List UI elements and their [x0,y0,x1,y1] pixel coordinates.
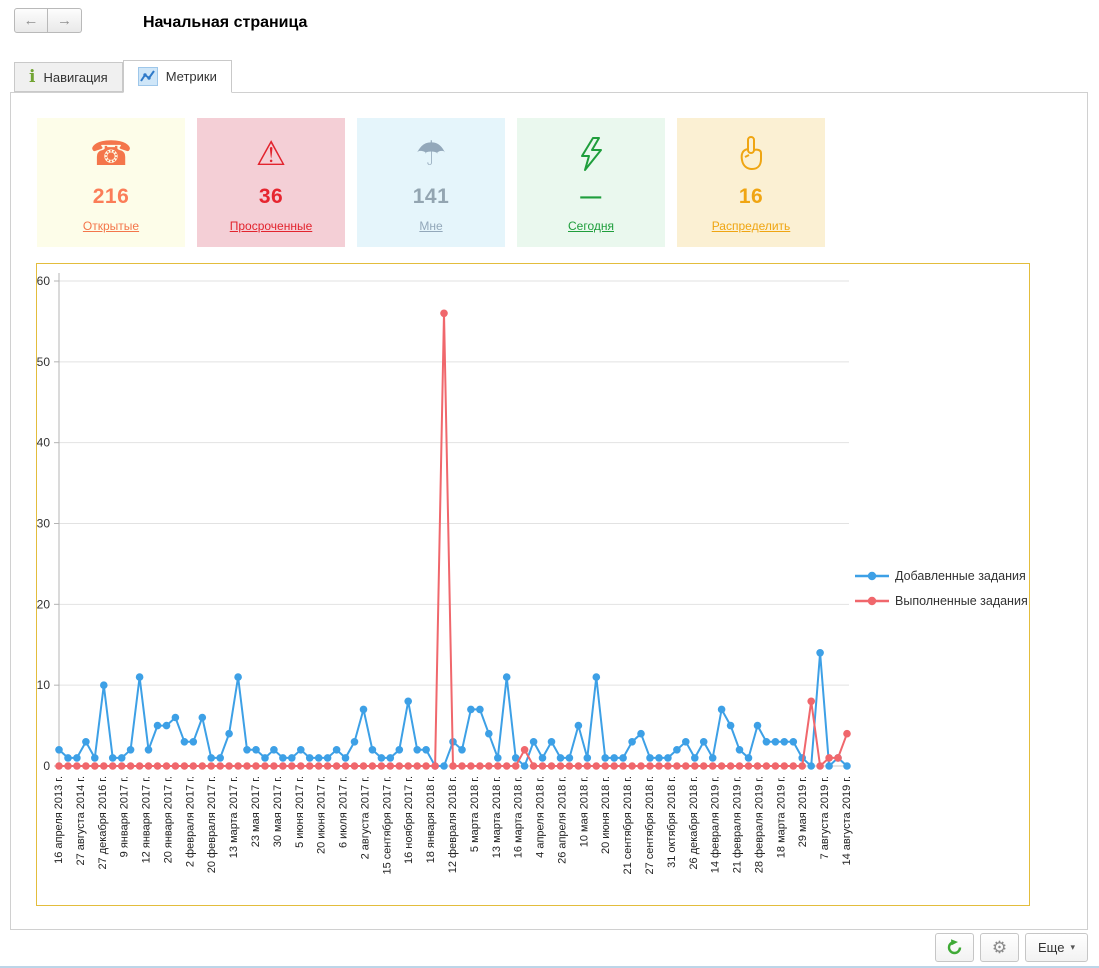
svg-text:10 мая 2018 г.: 10 мая 2018 г. [578,776,590,847]
my-tasks-count: 141 [413,185,450,209]
chevron-down-icon: ▾ [1070,942,1075,953]
tab-metrics[interactable]: Метрики [123,60,232,93]
svg-text:20 июня 2017 г.: 20 июня 2017 г. [316,776,328,854]
svg-text:16 ноября 2017 г.: 16 ноября 2017 г. [403,776,415,864]
warning-icon: ⚠ [256,133,286,175]
back-button[interactable]: ← [14,8,48,33]
svg-text:Добавленные задания: Добавленные задания [895,569,1026,583]
forward-button[interactable]: → [48,8,82,33]
gear-icon: ⚙ [992,938,1007,958]
metrics-panel: ☎ 216 Открытые ⚠ 36 Просроченные ☂ 141 М… [10,92,1088,930]
today-tasks-count: — [580,185,602,209]
assign-tasks-count: 16 [739,185,763,209]
tab-bar: i Навигация Метрики [14,60,232,93]
svg-text:6 июля 2017 г.: 6 июля 2017 г. [338,776,350,848]
svg-text:60: 60 [37,274,50,288]
svg-text:14 августа 2019 г.: 14 августа 2019 г. [841,776,853,865]
svg-text:12 января 2017 г.: 12 января 2017 г. [141,776,153,863]
assign-tasks-link[interactable]: Распределить [712,219,791,233]
x-axis-labels: 16 апреля 2013 г. 27 августа 2014 г. 27 де… [53,776,853,875]
svg-text:13 марта 2018 г.: 13 марта 2018 г. [491,776,503,858]
svg-text:20 февраля 2017 г.: 20 февраля 2017 г. [206,776,218,873]
svg-text:16 апреля 2013 г.: 16 апреля 2013 г. [53,776,65,864]
svg-text:Выполненные задания: Выполненные задания [895,594,1028,608]
line-chart-icon [138,67,158,86]
tab-navigation-label: Навигация [43,70,107,85]
svg-text:10: 10 [37,678,50,692]
card-open-tasks: ☎ 216 Открытые [37,118,185,247]
svg-text:23 мая 2017 г.: 23 мая 2017 г. [250,776,262,847]
svg-text:2 августа 2017 г.: 2 августа 2017 г. [359,776,371,859]
chart-legend: Добавленные задания Выполненные задания [855,569,1028,608]
svg-text:30: 30 [37,517,50,531]
svg-text:27 декабря 2016 г.: 27 декабря 2016 г. [97,776,109,870]
more-button-label: Еще [1038,940,1064,955]
svg-text:13 марта 2017 г.: 13 марта 2017 г. [228,776,240,858]
y-axis-labels: 0 10 20 30 40 50 60 [37,274,50,773]
svg-text:26 декабря 2018 г.: 26 декабря 2018 г. [688,776,700,870]
overdue-tasks-link[interactable]: Просроченные [230,219,313,233]
svg-text:12 февраля 2018 г.: 12 февраля 2018 г. [447,776,459,873]
card-my-tasks: ☂ 141 Мне [357,118,505,247]
my-tasks-link[interactable]: Мне [419,219,442,233]
svg-text:4 апреля 2018 г.: 4 апреля 2018 г. [535,776,547,858]
svg-text:20 января 2017 г.: 20 января 2017 г. [162,776,174,863]
svg-text:18 марта 2019 г.: 18 марта 2019 г. [775,776,787,858]
metric-cards: ☎ 216 Открытые ⚠ 36 Просроченные ☂ 141 М… [37,118,825,247]
svg-text:18 января 2018 г.: 18 января 2018 г. [425,776,437,863]
svg-text:15 сентября 2017 г.: 15 сентября 2017 г. [381,776,393,875]
svg-text:31 октября 2018 г.: 31 октября 2018 г. [666,776,678,868]
svg-text:21 сентября 2018 г.: 21 сентября 2018 г. [622,776,634,875]
card-today-tasks: — Сегодня [517,118,665,247]
svg-text:27 августа 2014 г.: 27 августа 2014 г. [75,776,87,865]
tasks-chart-frame: 0 10 20 30 40 50 60 16 апреля 2013 г. 27 августа… [36,263,1030,906]
tab-metrics-label: Метрики [166,69,217,84]
svg-text:14 февраля 2019 г.: 14 февраля 2019 г. [710,776,722,873]
page-title: Начальная страница [143,14,307,32]
info-icon: i [29,67,35,87]
more-button[interactable]: Еще ▾ [1025,933,1088,962]
phone-icon: ☎ [90,133,132,175]
svg-text:30 мая 2017 г.: 30 мая 2017 г. [272,776,284,847]
footer-toolbar: ⚙ Еще ▾ [935,933,1088,962]
svg-text:16 марта 2018 г.: 16 марта 2018 г. [513,776,525,858]
today-tasks-link[interactable]: Сегодня [568,219,614,233]
settings-button[interactable]: ⚙ [980,933,1019,962]
svg-text:28 февраля 2019 г.: 28 февраля 2019 г. [753,776,765,873]
svg-text:50: 50 [37,355,50,369]
svg-text:20 июня 2018 г.: 20 июня 2018 г. [600,776,612,854]
svg-text:9 января 2017 г.: 9 января 2017 г. [119,776,131,857]
svg-text:40: 40 [37,436,50,450]
card-assign-tasks: 16 Распределить [677,118,825,247]
lightning-icon [576,133,606,175]
svg-text:5 июня 2017 г.: 5 июня 2017 г. [294,776,306,848]
tasks-line-chart: 0 10 20 30 40 50 60 16 апреля 2013 г. 27 августа… [37,264,1029,905]
pointing-hand-icon [736,133,766,175]
history-nav: ← → [14,8,82,33]
svg-text:29 мая 2019 г.: 29 мая 2019 г. [797,776,809,847]
umbrella-icon: ☂ [416,133,446,175]
svg-text:27 сентября 2018 г.: 27 сентября 2018 г. [644,776,656,875]
svg-text:20: 20 [37,597,50,611]
svg-text:21 февраля 2019 г.: 21 февраля 2019 г. [732,776,744,873]
series-done [55,310,851,770]
refresh-button[interactable] [935,933,974,962]
tab-navigation[interactable]: i Навигация [14,62,123,92]
svg-text:26 апреля 2018 г.: 26 апреля 2018 г. [556,776,568,864]
svg-text:5 марта 2018 г.: 5 марта 2018 г. [469,776,481,852]
open-tasks-link[interactable]: Открытые [83,219,139,233]
svg-text:0: 0 [43,759,50,773]
refresh-icon [946,939,963,956]
svg-text:7 августа 2019 г.: 7 августа 2019 г. [819,776,831,859]
overdue-tasks-count: 36 [259,185,283,209]
open-tasks-count: 216 [93,185,130,209]
card-overdue-tasks: ⚠ 36 Просроченные [197,118,345,247]
svg-text:2 февраля 2017 г.: 2 февраля 2017 г. [184,776,196,867]
